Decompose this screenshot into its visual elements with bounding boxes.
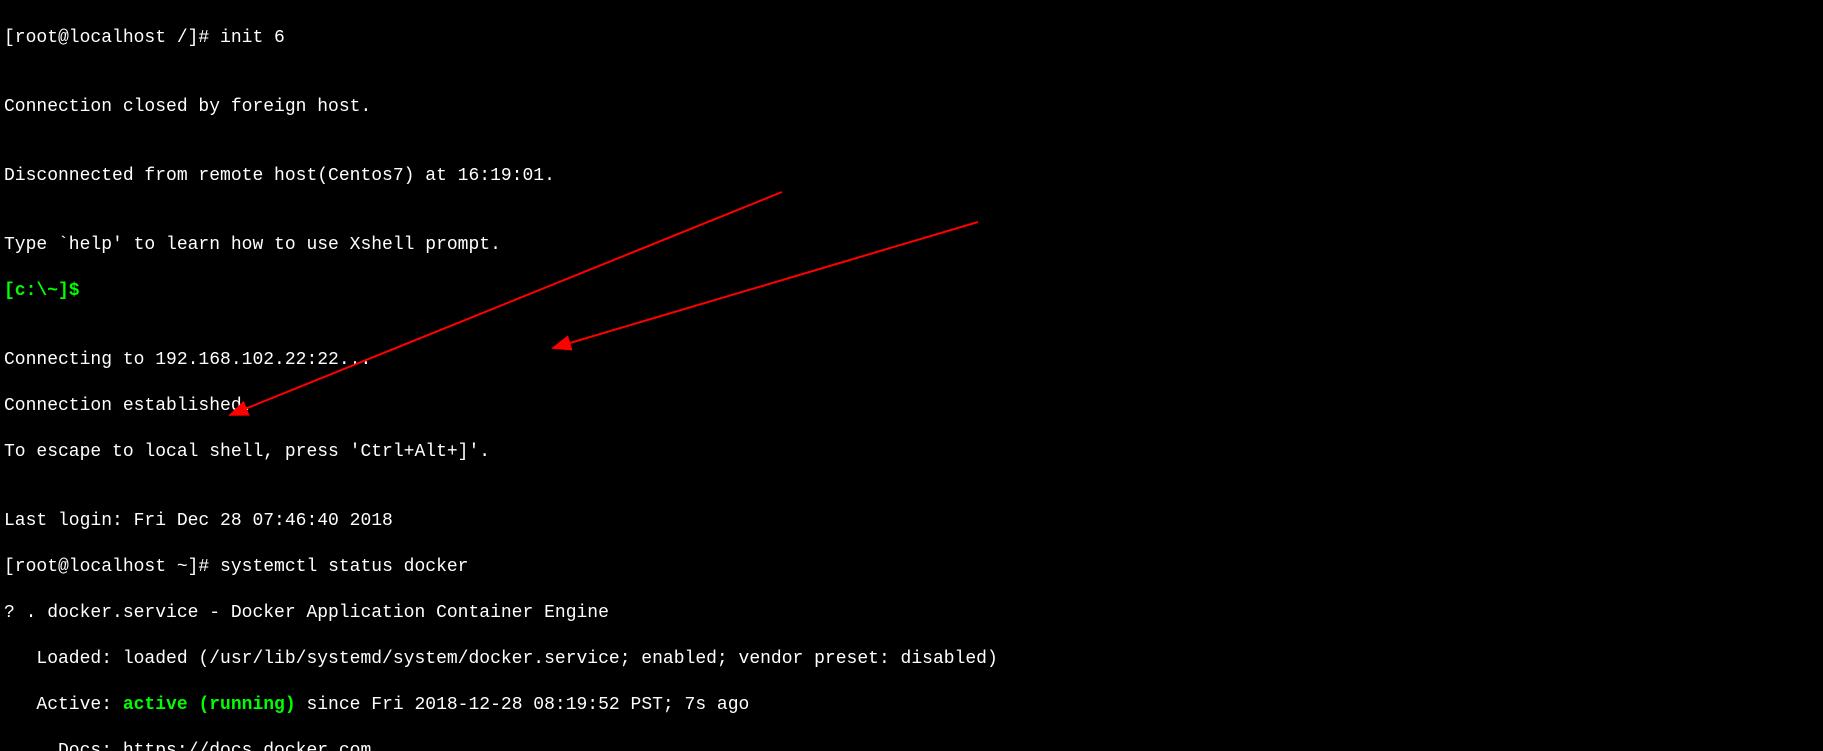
terminal-line: Disconnected from remote host(Centos7) a… xyxy=(4,165,1819,188)
prompt-text: [c:\~]$ xyxy=(4,281,90,301)
xshell-prompt: [c:\~]$ xyxy=(4,280,1819,303)
arrow-to-active-status xyxy=(230,192,782,415)
terminal-line: ? . docker.service - Docker Application … xyxy=(4,602,1819,625)
terminal-line: Connection closed by foreign host. xyxy=(4,96,1819,119)
command-line: [root@localhost ~]# systemctl status doc… xyxy=(4,556,1819,579)
active-running-status: active (running) xyxy=(123,695,296,715)
active-status-line: Active: active (running) since Fri 2018-… xyxy=(4,694,1819,717)
terminal-line: To escape to local shell, press 'Ctrl+Al… xyxy=(4,441,1819,464)
terminal-line: Connection established. xyxy=(4,395,1819,418)
terminal-line: Loaded: loaded (/usr/lib/systemd/system/… xyxy=(4,648,1819,671)
active-label: Active: xyxy=(4,695,123,715)
terminal-output[interactable]: [root@localhost /]# init 6 Connection cl… xyxy=(0,0,1823,751)
active-since: since Fri 2018-12-28 08:19:52 PST; 7s ag… xyxy=(296,695,750,715)
terminal-line: [root@localhost /]# init 6 xyxy=(4,27,1819,50)
terminal-line: Last login: Fri Dec 28 07:46:40 2018 xyxy=(4,510,1819,533)
terminal-line: Type `help' to learn how to use Xshell p… xyxy=(4,234,1819,257)
command-text: systemctl status docker xyxy=(220,557,468,577)
shell-prompt: [root@localhost ~]# xyxy=(4,557,220,577)
terminal-line: Docs: https://docs.docker.com xyxy=(4,740,1819,751)
terminal-line: Connecting to 192.168.102.22:22... xyxy=(4,349,1819,372)
